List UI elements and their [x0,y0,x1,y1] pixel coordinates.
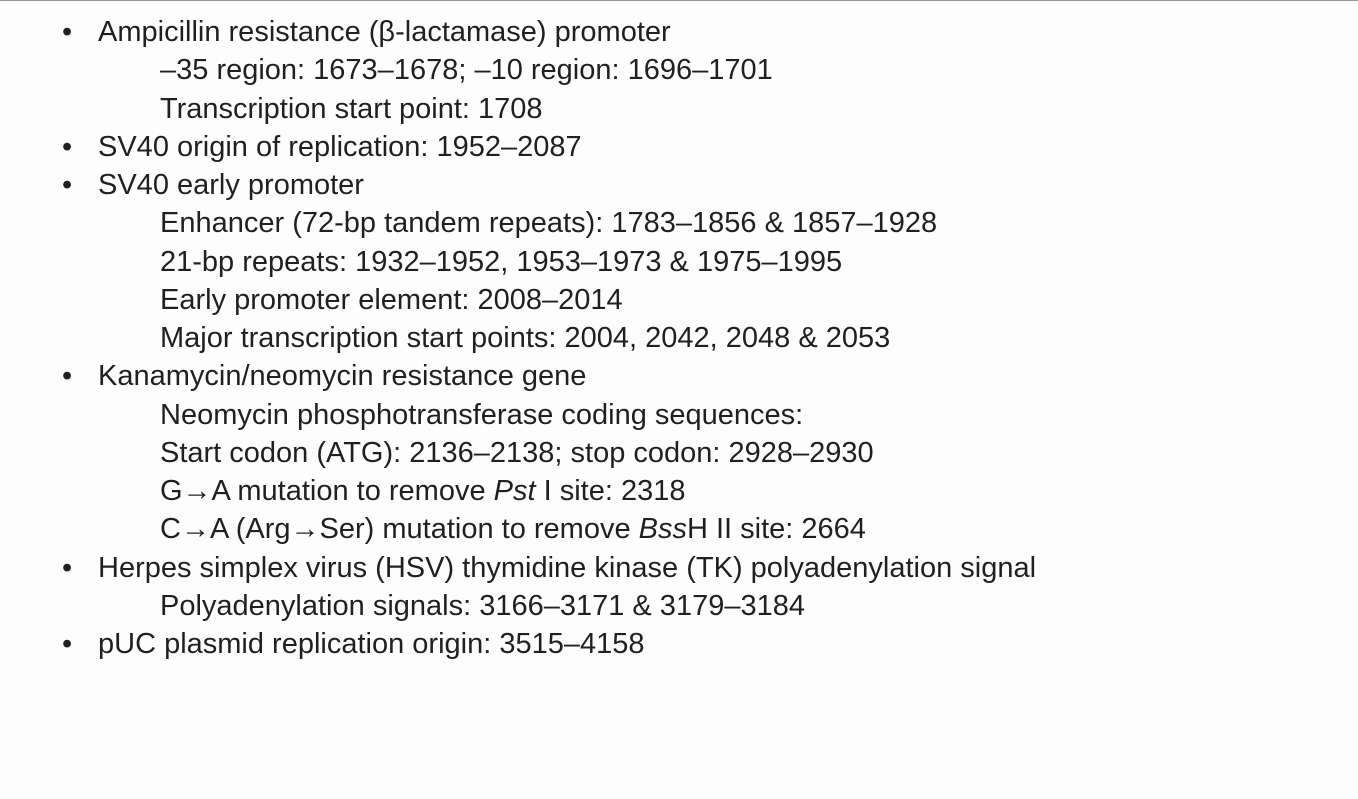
list-item: SV40 origin of replication: 1952–2087 [40,128,1318,166]
list-item: pUC plasmid replication origin: 3515–415… [40,625,1318,663]
italic-enzyme-name: Pst [494,475,536,507]
item-subline: Major transcription start points: 2004, … [98,319,1318,357]
item-subline: C→A (Arg→Ser) mutation to remove BssH II… [98,510,1318,548]
text-segment: H II site: 2664 [687,513,866,545]
text-segment: I site: 2318 [536,475,686,507]
item-subline: 21-bp repeats: 1932–1952, 1953–1973 & 19… [98,243,1318,281]
list-item: SV40 early promoterEnhancer (72-bp tande… [40,166,1318,357]
item-heading: pUC plasmid replication origin: 3515–415… [98,625,1318,663]
item-heading: Ampicillin resistance (β-lactamase) prom… [98,13,1318,51]
item-subline: Start codon (ATG): 2136–2138; stop codon… [98,434,1318,472]
text-segment: G→A mutation to remove [160,475,494,507]
item-subline: Early promoter element: 2008–2014 [98,281,1318,319]
item-heading: Kanamycin/neomycin resistance gene [98,357,1318,395]
feature-list: Ampicillin resistance (β-lactamase) prom… [40,13,1318,664]
item-subline: G→A mutation to remove Pst I site: 2318 [98,472,1318,510]
list-item: Kanamycin/neomycin resistance geneNeomyc… [40,357,1318,548]
item-subline: Enhancer (72-bp tandem repeats): 1783–18… [98,204,1318,242]
list-item: Ampicillin resistance (β-lactamase) prom… [40,13,1318,128]
item-heading: SV40 origin of replication: 1952–2087 [98,128,1318,166]
item-subline: Transcription start point: 1708 [98,90,1318,128]
italic-enzyme-name: Bss [639,513,687,545]
text-segment: C→A (Arg→Ser) mutation to remove [160,513,639,545]
document-body: Ampicillin resistance (β-lactamase) prom… [0,5,1358,684]
item-heading: Herpes simplex virus (HSV) thymidine kin… [98,549,1318,587]
top-rule [0,0,1358,1]
item-subline: –35 region: 1673–1678; –10 region: 1696–… [98,51,1318,89]
item-subline: Neomycin phosphotransferase coding seque… [98,396,1318,434]
list-item: Herpes simplex virus (HSV) thymidine kin… [40,549,1318,626]
item-heading: SV40 early promoter [98,166,1318,204]
item-subline: Polyadenylation signals: 3166–3171 & 317… [98,587,1318,625]
